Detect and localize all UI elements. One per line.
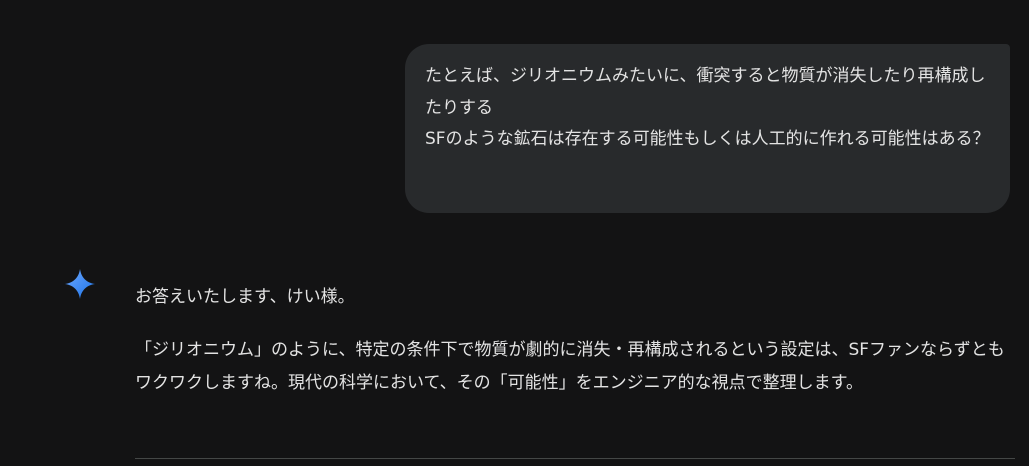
sparkle-svg (65, 269, 95, 299)
assistant-paragraph: 「ジリオニウム」のように、特定の条件下で物質が劇的に消失・再構成されるという設定… (135, 340, 1005, 393)
assistant-greeting: お答えいたします、けい様。 (135, 287, 355, 307)
chat-conversation: たとえば、ジリオニウムみたいに、衝突すると物質が消失したり再構成したりする SF… (0, 0, 1029, 466)
response-divider (135, 458, 1015, 459)
gemini-sparkle-icon (64, 268, 96, 300)
user-message-bubble: たとえば、ジリオニウムみたいに、衝突すると物質が消失したり再構成したりする SF… (405, 44, 1010, 213)
assistant-response: お答えいたします、けい様。 「ジリオニウム」のように、特定の条件下で物質が劇的に… (135, 282, 1015, 400)
